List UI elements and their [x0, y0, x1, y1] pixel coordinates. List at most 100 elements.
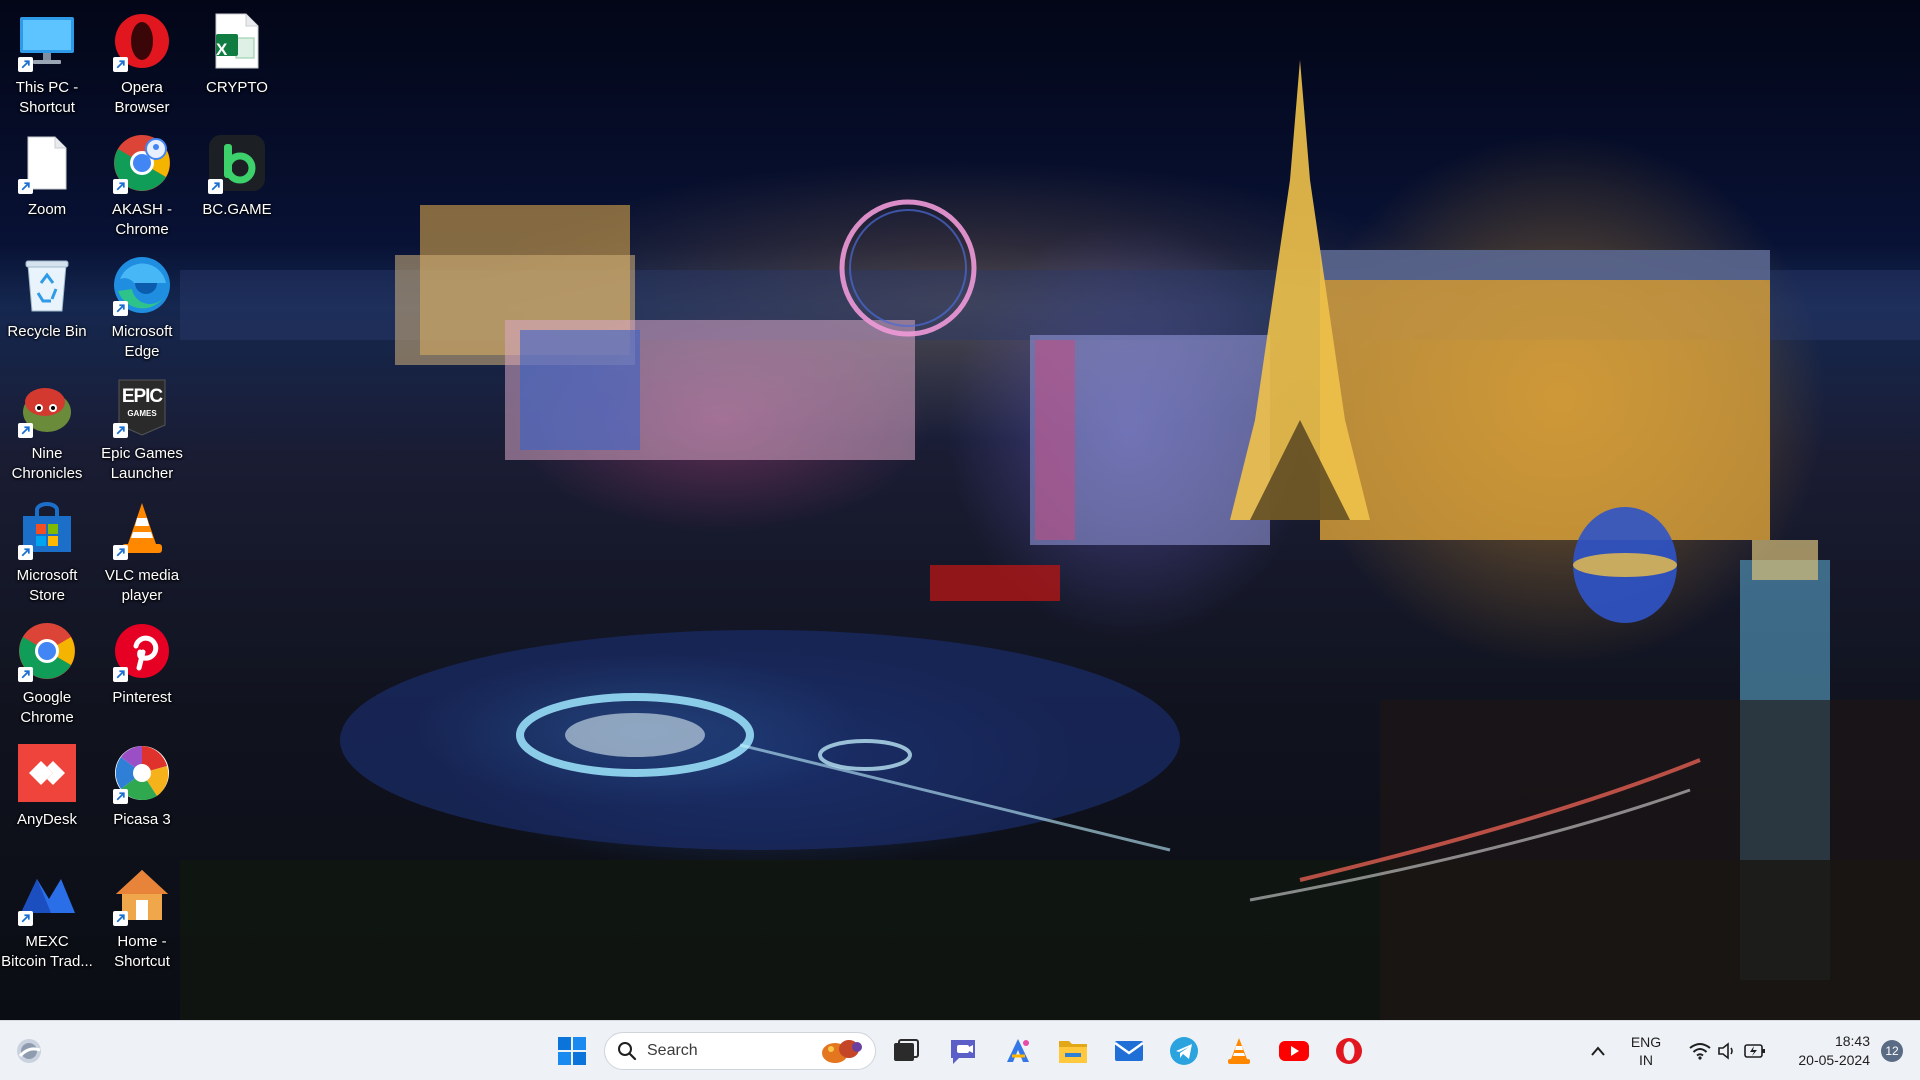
wifi-icon — [1689, 1043, 1711, 1060]
desktop-icon-akash-chrome[interactable]: AKASH - Chrome — [97, 124, 187, 242]
mail-icon — [1114, 1041, 1144, 1061]
telegram-button[interactable] — [1161, 1029, 1207, 1073]
start-button[interactable] — [549, 1029, 595, 1073]
copilot-button[interactable] — [995, 1029, 1041, 1073]
shortcut-arrow-icon — [113, 789, 128, 804]
search-placeholder: Search — [647, 1042, 698, 1059]
clock-date: 20-05-2024 — [1798, 1052, 1870, 1068]
desktop-icon-label: Epic Games Launcher — [101, 445, 183, 482]
opera-taskbar-button[interactable] — [1326, 1029, 1372, 1073]
desktop-icon-microsoft-store[interactable]: Microsoft Store — [2, 490, 92, 608]
shortcut-arrow-icon — [113, 911, 128, 926]
shortcut-arrow-icon — [113, 301, 128, 316]
vlc-taskbar-button[interactable] — [1216, 1029, 1262, 1073]
shortcut-arrow-icon — [18, 911, 33, 926]
desktop-icon-label: Zoom — [27, 201, 67, 218]
desktop-icon-label: Pinterest — [112, 689, 172, 706]
recycle-bin-icon — [16, 254, 78, 316]
desktop-icon-label: Home - Shortcut — [114, 933, 170, 970]
language-indicator[interactable]: ENG IN — [1626, 1029, 1666, 1073]
desktop-icon-label: Opera Browser — [114, 79, 170, 116]
region-code: IN — [1639, 1052, 1653, 1068]
anydesk-icon — [16, 742, 78, 804]
picasa-icon — [111, 742, 173, 804]
telegram-icon — [1170, 1037, 1198, 1065]
desktop-icon-nine-chronicles[interactable]: Nine Chronicles — [2, 368, 92, 486]
epic-games-icon: EPIC GAMES — [111, 376, 173, 438]
chat-icon — [951, 1040, 975, 1064]
desktop-icon-home[interactable]: Home - Shortcut — [97, 856, 187, 974]
epic-logo-text: EPIC — [121, 386, 163, 407]
battery-charging-icon — [1744, 1044, 1765, 1058]
wallpaper-scene — [180, 60, 1920, 1020]
chrome-icon — [16, 620, 78, 682]
desktop-icon-zoom[interactable]: Zoom — [2, 124, 92, 242]
desktop-icon-label: Microsoft Edge — [111, 323, 173, 360]
copilot-icon — [1007, 1039, 1029, 1062]
folder-icon — [1059, 1041, 1087, 1063]
taskbar: Search ENG IN 18:43 20-05-2024 12 — [0, 1020, 1920, 1080]
microsoft-store-icon — [16, 498, 78, 560]
desktop-icon-vlc[interactable]: VLC media player — [97, 490, 187, 608]
shortcut-arrow-icon — [18, 545, 33, 560]
opera-icon — [111, 10, 173, 72]
file-explorer-button[interactable] — [1050, 1029, 1096, 1073]
desktop-icon-recycle-bin[interactable]: Recycle Bin — [2, 246, 92, 364]
search-icon — [618, 1042, 637, 1061]
desktop-icon-this-pc[interactable]: This PC - Shortcut — [2, 2, 92, 120]
shortcut-arrow-icon — [18, 667, 33, 682]
taskbar-search-box[interactable]: Search — [604, 1032, 876, 1070]
notification-center-button[interactable]: 12 — [1872, 1029, 1912, 1073]
chevron-up-icon — [1591, 1046, 1605, 1056]
desktop-icon-bc-game[interactable]: BC.GAME — [192, 124, 282, 242]
shortcut-arrow-icon — [18, 423, 33, 438]
clock-button[interactable]: 18:43 20-05-2024 — [1780, 1029, 1870, 1073]
desktop-icon-anydesk[interactable]: AnyDesk — [2, 734, 92, 852]
task-view-icon — [894, 1039, 919, 1061]
desktop-wallpaper — [0, 0, 1920, 1020]
desktop-icon-label: AnyDesk — [16, 811, 78, 828]
blank-file-icon — [16, 132, 78, 194]
desktop-icon-mexc[interactable]: MEXC Bitcoin Trad... — [1, 856, 93, 974]
desktop-icon-label: Microsoft Store — [16, 567, 78, 604]
shortcut-arrow-icon — [18, 179, 33, 194]
home-icon — [111, 864, 173, 926]
desktop-icon-label: Google Chrome — [20, 689, 74, 726]
desktop-icon-label: Picasa 3 — [113, 811, 171, 828]
quick-settings-button[interactable] — [1676, 1029, 1780, 1073]
nine-chronicles-icon — [16, 376, 78, 438]
vlc-cone-icon — [111, 498, 173, 560]
pinterest-icon — [111, 620, 173, 682]
youtube-icon — [1279, 1041, 1309, 1061]
shortcut-arrow-icon — [113, 179, 128, 194]
desktop-icon-edge[interactable]: Microsoft Edge — [97, 246, 187, 364]
desktop-icon-label: MEXC Bitcoin Trad... — [1, 933, 93, 970]
task-view-button[interactable] — [883, 1029, 929, 1073]
weather-widget-icon — [17, 1039, 41, 1063]
shortcut-arrow-icon — [113, 545, 128, 560]
show-hidden-icons-button[interactable] — [1574, 1029, 1622, 1073]
shortcut-arrow-icon — [113, 423, 128, 438]
teams-chat-button[interactable] — [940, 1029, 986, 1073]
clock-time: 18:43 — [1834, 1033, 1870, 1049]
desktop-icon-label: This PC - Shortcut — [15, 79, 79, 116]
desktop-icon-picasa[interactable]: Picasa 3 — [97, 734, 187, 852]
youtube-button[interactable] — [1271, 1029, 1317, 1073]
shortcut-arrow-icon — [208, 179, 223, 194]
language-code: ENG — [1630, 1034, 1662, 1050]
search-highlight-icon — [822, 1040, 862, 1063]
desktop-icon-pinterest[interactable]: Pinterest — [97, 612, 187, 730]
bc-game-icon — [206, 132, 268, 194]
desktop-icon-opera[interactable]: Opera Browser — [97, 2, 187, 120]
desktop-icon-label: CRYPTO — [206, 79, 268, 96]
desktop-icon-crypto[interactable]: X CRYPTO — [192, 2, 282, 120]
opera-icon — [1336, 1038, 1362, 1064]
mail-button[interactable] — [1106, 1029, 1152, 1073]
desktop-icon-epic-games[interactable]: EPIC GAMES Epic Games Launcher — [97, 368, 187, 486]
desktop-icon-google-chrome[interactable]: Google Chrome — [2, 612, 92, 730]
monitor-icon — [16, 10, 78, 72]
shortcut-arrow-icon — [18, 57, 33, 72]
widgets-button[interactable] — [6, 1029, 52, 1073]
chrome-profile-icon — [111, 132, 173, 194]
vlc-cone-icon — [1228, 1038, 1250, 1064]
